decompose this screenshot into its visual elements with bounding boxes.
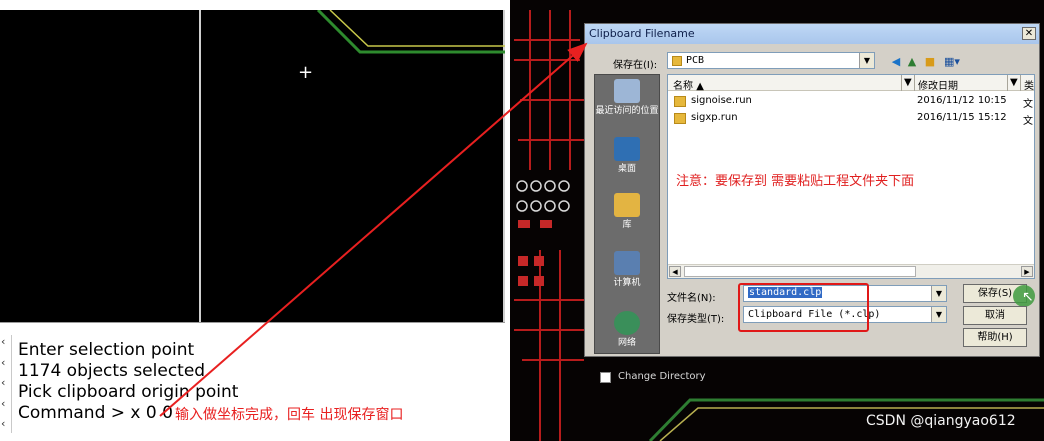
help-button[interactable]: 帮助(H)	[963, 328, 1027, 347]
console-gutter: ‹ ‹ ‹ ‹ ‹	[0, 335, 12, 433]
save-in-label: 保存在(I):	[613, 60, 658, 71]
save-in-value: PCB	[686, 55, 705, 66]
sort-up-icon: ▲	[696, 81, 704, 92]
column-type[interactable]: 类	[1024, 77, 1034, 92]
file-list[interactable]: 名称 ▲ ▼ 修改日期 ▼ 类 signoise.run 2016/11/12 …	[667, 74, 1035, 279]
gutter-mark: ‹	[1, 376, 6, 389]
column-type-dropdown-icon[interactable]: ▼	[1010, 77, 1018, 88]
console-line: 1174 objects selected	[18, 361, 206, 381]
crosshair-cursor-icon: +	[298, 62, 314, 83]
dialog-titlebar[interactable]: Clipboard Filename ✕	[585, 24, 1039, 44]
watermark: CSDN @qiangyao612	[866, 413, 1016, 429]
place-desktop[interactable]: 桌面	[595, 137, 659, 175]
column-separator	[1007, 75, 1008, 91]
mouse-cursor-icon: ↖	[1022, 289, 1034, 305]
place-network[interactable]: 网络	[595, 311, 659, 349]
new-folder-icon[interactable]: ■	[923, 55, 937, 69]
file-type: 文	[1023, 99, 1033, 110]
annotation-left: 输入做坐标完成，回车 出现保存窗口	[175, 407, 404, 423]
file-date: 2016/11/15 15:12	[917, 112, 1007, 123]
place-label: 最近访问的位置	[595, 106, 659, 116]
cancel-button[interactable]: 取消	[963, 306, 1027, 325]
file-type: 文	[1023, 116, 1033, 127]
up-folder-icon[interactable]: ▲	[905, 55, 919, 69]
file-list-header: 名称 ▲ ▼ 修改日期 ▼ 类	[668, 75, 1034, 92]
recent-places-icon	[614, 79, 640, 103]
column-separator	[914, 75, 915, 91]
scroll-right-icon[interactable]: ▶	[1021, 266, 1033, 277]
place-library[interactable]: 库	[595, 193, 659, 231]
place-recent[interactable]: 最近访问的位置	[595, 79, 659, 117]
column-name[interactable]: 名称 ▲	[673, 77, 704, 92]
board-outline	[316, 10, 505, 54]
place-label: 桌面	[617, 164, 636, 174]
file-row[interactable]: sigxp.run 2016/11/15 15:12 文	[668, 111, 1034, 127]
filename-label: 文件名(N):	[667, 293, 716, 304]
chevron-down-icon[interactable]: ▼	[859, 53, 874, 68]
column-date[interactable]: 修改日期	[918, 77, 958, 92]
chevron-down-icon[interactable]: ▼	[931, 286, 946, 301]
column-separator	[1020, 75, 1021, 91]
highlight-box	[738, 283, 869, 332]
console-line: Pick clipboard origin point	[18, 382, 239, 402]
folder-icon	[674, 113, 686, 124]
gutter-mark: ‹	[1, 396, 6, 410]
annotation-dialog: 注意：要保存到 需要粘贴工程文件夹下面	[676, 174, 915, 189]
folder-icon	[672, 56, 682, 66]
column-name-label: 名称	[673, 81, 693, 92]
console-command-line[interactable]: Command > x 0 0	[18, 403, 173, 423]
places-bar: 最近访问的位置 桌面 库 计算机 网络	[594, 74, 660, 354]
column-separator	[901, 75, 902, 91]
network-icon	[614, 311, 640, 335]
console-line: Enter selection point	[18, 340, 195, 360]
save-in-combo[interactable]: PCB ▼	[667, 52, 875, 69]
change-directory-label: Change Directory	[618, 371, 706, 382]
file-name: sigxp.run	[691, 112, 738, 123]
file-date: 2016/11/12 10:15	[917, 95, 1007, 106]
clipboard-filename-dialog: Clipboard Filename ✕ 保存在(I): PCB ▼ ◀ ▲ ■…	[584, 23, 1040, 357]
file-name: signoise.run	[691, 95, 752, 106]
view-menu-icon[interactable]: ▦▾	[941, 55, 963, 69]
change-directory-checkbox[interactable]	[600, 372, 611, 383]
place-label: 计算机	[613, 278, 641, 288]
pcb-editor-left: + ‹ ‹ ‹ ‹ ‹ Enter selection point 1174 o…	[0, 0, 510, 441]
folder-icon	[674, 96, 686, 107]
back-icon[interactable]: ◀	[889, 55, 903, 69]
desktop-icon	[614, 137, 640, 161]
chevron-down-icon[interactable]: ▼	[931, 307, 946, 322]
library-icon	[614, 193, 640, 217]
scroll-left-icon[interactable]: ◀	[669, 266, 681, 277]
scroll-thumb[interactable]	[684, 266, 916, 277]
place-computer[interactable]: 计算机	[595, 251, 659, 289]
file-row[interactable]: signoise.run 2016/11/12 10:15 文	[668, 94, 1034, 110]
filetype-label: 保存类型(T):	[667, 314, 725, 325]
pcb-canvas[interactable]: +	[0, 10, 505, 322]
place-label: 库	[622, 220, 632, 230]
close-button[interactable]: ✕	[1022, 27, 1036, 40]
column-date-dropdown-icon[interactable]: ▼	[904, 77, 912, 88]
computer-icon	[614, 251, 640, 275]
gutter-mark: ‹	[1, 417, 6, 430]
horizontal-scrollbar[interactable]: ◀ ▶	[668, 264, 1034, 278]
dialog-title: Clipboard Filename	[589, 27, 695, 40]
gutter-mark: ‹	[1, 355, 6, 369]
gutter-mark: ‹	[1, 335, 6, 348]
place-label: 网络	[617, 338, 636, 348]
